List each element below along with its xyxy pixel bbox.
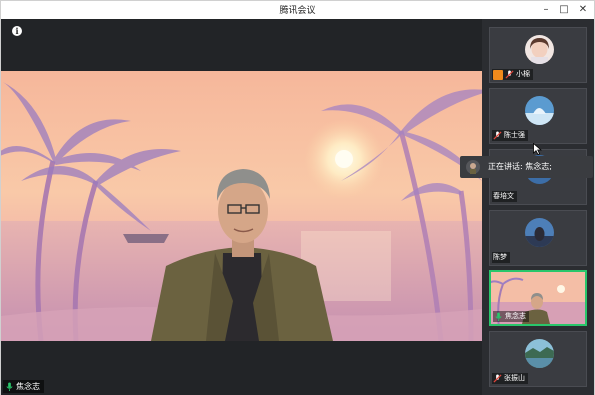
meeting-window: 腾讯会议 – □ ✕ i 焦念志 小棉 陈士强 春培文 陈梦 焦念志 张振山 正… <box>0 0 595 395</box>
close-button[interactable]: ✕ <box>575 2 591 18</box>
window-title: 腾讯会议 <box>279 6 316 16</box>
muted-microphone-icon <box>493 131 502 140</box>
participant-name: 陈梦 <box>493 253 507 261</box>
participant-avatar <box>525 339 554 368</box>
participant-tile[interactable]: 小棉 <box>489 27 587 83</box>
participant-label: 陈士强 <box>492 130 528 141</box>
participant-name: 春培文 <box>493 192 514 200</box>
participant-name: 小棉 <box>516 70 530 78</box>
participant-name: 焦念志 <box>505 312 526 320</box>
main-speaker-label: 焦念志 <box>3 380 44 393</box>
speaking-tooltip-text: 正在讲话: 焦念志; <box>488 162 552 171</box>
host-badge-icon <box>493 69 503 80</box>
participant-avatar <box>525 96 554 125</box>
info-icon[interactable]: i <box>12 26 22 36</box>
participant-panel: 小棉 陈士强 春培文 陈梦 焦念志 张振山 <box>482 19 594 395</box>
participant-label: 焦念志 <box>493 311 529 322</box>
microphone-icon <box>6 382 13 391</box>
muted-microphone-icon <box>493 374 502 383</box>
participant-label: 陈梦 <box>492 252 510 263</box>
participant-avatar <box>525 218 554 247</box>
participant-name: 陈士强 <box>504 131 525 139</box>
title-bar: 腾讯会议 – □ ✕ <box>1 1 594 19</box>
participant-tile[interactable]: 陈梦 <box>489 210 587 266</box>
speaking-tooltip: 正在讲话: 焦念志; <box>460 156 593 178</box>
mouse-cursor-icon <box>533 143 542 155</box>
muted-microphone-icon <box>505 70 514 79</box>
participant-tile[interactable]: 张振山 <box>489 331 587 387</box>
participant-label: 小棉 <box>492 69 533 80</box>
participant-tile[interactable]: 陈士强 <box>489 88 587 144</box>
speaker-avatar-icon <box>466 160 480 174</box>
microphone-icon <box>495 312 502 321</box>
main-video <box>1 71 482 341</box>
minimize-button[interactable]: – <box>538 2 554 18</box>
speaker-video-feed <box>1 71 482 341</box>
participant-tile-active[interactable]: 焦念志 <box>489 270 587 326</box>
participant-name: 张振山 <box>504 374 525 382</box>
participant-avatar <box>525 35 554 64</box>
main-stage: i 焦念志 <box>1 19 482 395</box>
participant-label: 张振山 <box>492 373 528 384</box>
maximize-button[interactable]: □ <box>556 2 572 18</box>
main-speaker-name: 焦念志 <box>16 382 40 391</box>
participant-label: 春培文 <box>492 191 517 202</box>
